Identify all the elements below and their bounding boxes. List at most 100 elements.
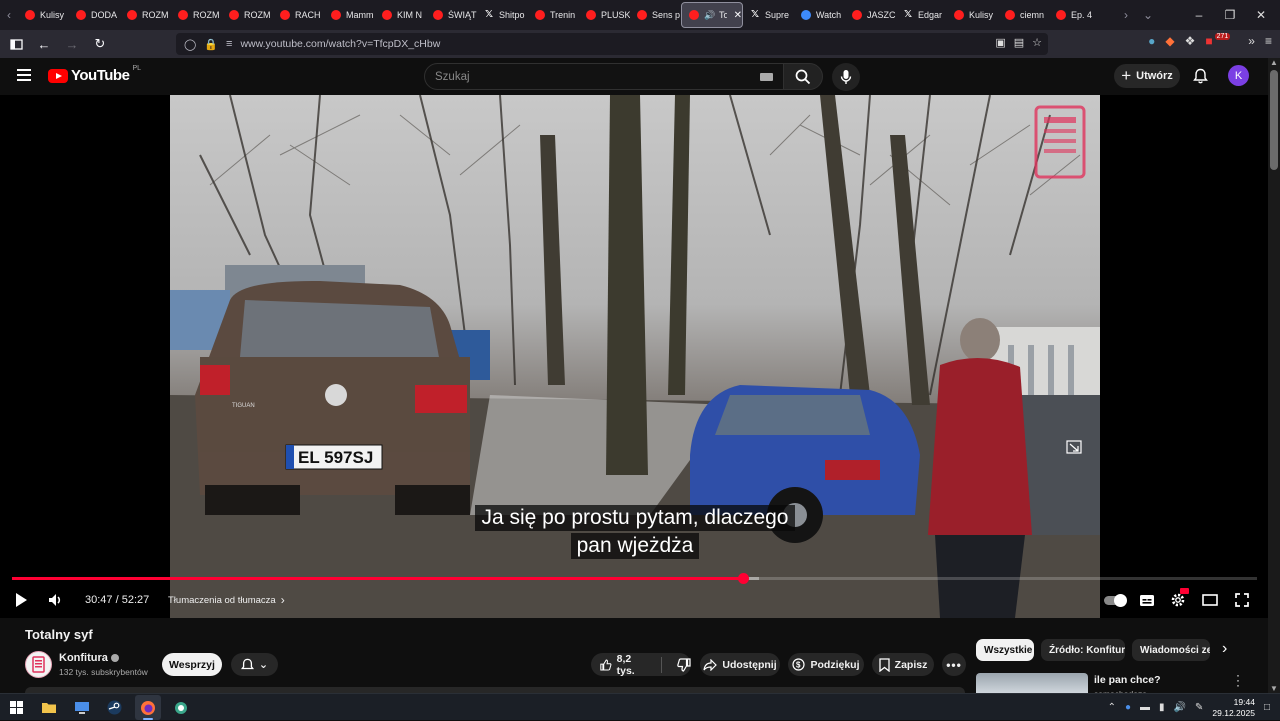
browser-tab[interactable]: 🔊 Tota ✕: [681, 2, 743, 28]
tray-app-icon[interactable]: ●: [1125, 702, 1131, 713]
browser-tab[interactable]: ROZM: [222, 2, 273, 28]
recommendation-thumbnail[interactable]: [976, 673, 1088, 693]
minimize-button[interactable]: –: [1184, 0, 1214, 30]
thanks-button[interactable]: $ Podziękuj: [788, 653, 864, 676]
browser-tab[interactable]: ROZM: [171, 2, 222, 28]
tracking-shield-icon[interactable]: ◯: [184, 38, 196, 51]
browser-tab[interactable]: Mamm: [324, 2, 375, 28]
extensions-icon[interactable]: ❖: [1185, 34, 1196, 48]
browser-tab[interactable]: 𝕏 Edgar: [896, 2, 947, 28]
tray-overflow-chevron-icon[interactable]: ⌃: [1108, 702, 1116, 713]
list-all-tabs-icon[interactable]: ⌄: [1139, 0, 1157, 30]
picture-in-picture-icon[interactable]: ▣: [995, 36, 1005, 49]
tab-playing-audio-icon[interactable]: 🔊: [704, 10, 715, 20]
browser-tab[interactable]: Ep. 4: [1049, 2, 1100, 28]
steam-button[interactable]: [106, 699, 123, 716]
progress-scrubber-handle[interactable]: [737, 573, 749, 584]
network-icon[interactable]: ▬: [1140, 702, 1150, 713]
keyboard-icon[interactable]: [760, 73, 773, 81]
browser-tab[interactable]: Trenin: [528, 2, 579, 28]
play-button[interactable]: [14, 590, 28, 610]
channel-avatar[interactable]: [25, 651, 52, 678]
browser-tab[interactable]: 𝕏 Supre: [743, 2, 794, 28]
pen-icon[interactable]: ✎: [1195, 702, 1203, 713]
forward-button[interactable]: →: [60, 32, 84, 56]
search-input[interactable]: Szukaj: [424, 63, 784, 90]
close-tab-icon[interactable]: ✕: [734, 10, 742, 21]
channel-name-text[interactable]: Konfitura: [59, 652, 108, 664]
app-button[interactable]: [172, 699, 189, 716]
clock[interactable]: 19:44 29.12.2025: [1212, 697, 1255, 719]
filter-chip-news[interactable]: Wiadomości ze ś: [1132, 639, 1210, 661]
browser-tab[interactable]: PLUSK: [579, 2, 630, 28]
ublock-icon[interactable]: ■: [1205, 34, 1212, 48]
bookmark-star-icon[interactable]: ☆: [1032, 36, 1042, 49]
permissions-icon[interactable]: ≡: [226, 38, 232, 50]
account-avatar[interactable]: K: [1228, 65, 1249, 86]
sidebar-toggle-icon[interactable]: [4, 32, 28, 56]
speaker-icon[interactable]: 🔊: [1174, 702, 1186, 713]
notifications-button[interactable]: [1190, 66, 1210, 86]
scroll-down-arrow-icon[interactable]: ▼: [1270, 684, 1278, 693]
browser-tab[interactable]: Watch: [794, 2, 845, 28]
progress-bar[interactable]: [12, 573, 1257, 584]
back-button[interactable]: ←: [32, 32, 56, 56]
app-menu-icon[interactable]: ≡: [1265, 34, 1272, 48]
browser-tab[interactable]: Kulisy: [18, 2, 69, 28]
scrollbar-thumb[interactable]: [1270, 70, 1278, 170]
filter-chip-all[interactable]: Wszystkie: [976, 639, 1034, 661]
reload-button[interactable]: ↻: [88, 32, 112, 56]
channel-name[interactable]: Konfitura: [59, 652, 119, 664]
filters-next-chevron-icon[interactable]: ›: [1222, 640, 1227, 658]
fullscreen-button[interactable]: [1235, 590, 1249, 610]
firefox-button[interactable]: [139, 699, 156, 716]
volume-button[interactable]: [47, 590, 63, 610]
firefox-extension-icon[interactable]: ◆: [1165, 34, 1174, 48]
autoplay-toggle[interactable]: [1104, 590, 1127, 610]
tabs-scroll-right-icon[interactable]: ›: [1117, 0, 1135, 30]
browser-tab[interactable]: KIM N: [375, 2, 426, 28]
create-button[interactable]: + Utwórz: [1114, 64, 1180, 88]
url-bar[interactable]: ◯ 🔒 ≡ www.youtube.com/watch?v=TfcpDX_cHb…: [176, 33, 1048, 55]
share-button[interactable]: Udostępnij: [700, 653, 780, 676]
page-scrollbar[interactable]: ▲ ▼: [1268, 58, 1280, 693]
start-button[interactable]: [8, 699, 25, 716]
voice-search-button[interactable]: [832, 63, 860, 91]
notification-bell-dropdown[interactable]: ⌄: [231, 653, 278, 676]
recommendation-menu-icon[interactable]: · · ·: [1236, 669, 1240, 691]
support-button[interactable]: Wesprzyj: [162, 653, 222, 676]
browser-tab[interactable]: DODA: [69, 2, 120, 28]
reader-view-icon[interactable]: ▤: [1014, 36, 1024, 49]
vpn-extension-icon[interactable]: ●: [1148, 34, 1155, 48]
notifications-center-icon[interactable]: □: [1264, 702, 1270, 713]
close-window-button[interactable]: ✕: [1246, 0, 1276, 30]
microphone-tray-icon[interactable]: ▮: [1159, 702, 1165, 713]
search-button[interactable]: [783, 63, 823, 90]
browser-tab[interactable]: ROZM: [120, 2, 171, 28]
filter-chip-source[interactable]: Źródło: Konfitura: [1041, 639, 1125, 661]
restore-button[interactable]: ❐: [1215, 0, 1245, 30]
video-player[interactable]: EL 597SJ TIGUAN Ja się po prostu pytam, …: [0, 95, 1268, 618]
theater-mode-button[interactable]: [1202, 590, 1218, 610]
browser-tab[interactable]: RACH: [273, 2, 324, 28]
subtitles-button[interactable]: [1139, 590, 1155, 610]
scroll-up-arrow-icon[interactable]: ▲: [1270, 58, 1278, 67]
chapter-button[interactable]: Tłumaczenia od tłumacza ›: [168, 590, 285, 610]
browser-tab[interactable]: 𝕏 Shitpo: [477, 2, 528, 28]
overflow-menu-chevron-icon[interactable]: »: [1248, 34, 1255, 48]
recommendation-title[interactable]: ile pan chce?: [1094, 674, 1161, 686]
browser-tab[interactable]: ciemn: [998, 2, 1049, 28]
save-button[interactable]: Zapisz: [872, 653, 934, 676]
guide-menu-icon[interactable]: [17, 69, 31, 81]
tabs-scroll-left-icon[interactable]: ‹: [0, 0, 18, 30]
more-actions-button[interactable]: •••: [942, 653, 966, 676]
lock-icon[interactable]: 🔒: [204, 38, 218, 51]
browser-tab[interactable]: JASZC: [845, 2, 896, 28]
youtube-logo[interactable]: YouTube PL: [48, 65, 141, 84]
browser-tab[interactable]: Sens p: [630, 2, 681, 28]
url-text[interactable]: www.youtube.com/watch?v=TfcpDX_cHbw: [240, 38, 440, 50]
settings-button[interactable]: [1170, 588, 1189, 610]
browser-tab[interactable]: ŚWIĄT: [426, 2, 477, 28]
remote-desktop-button[interactable]: [73, 699, 90, 716]
browser-tab[interactable]: Kulisy: [947, 2, 998, 28]
